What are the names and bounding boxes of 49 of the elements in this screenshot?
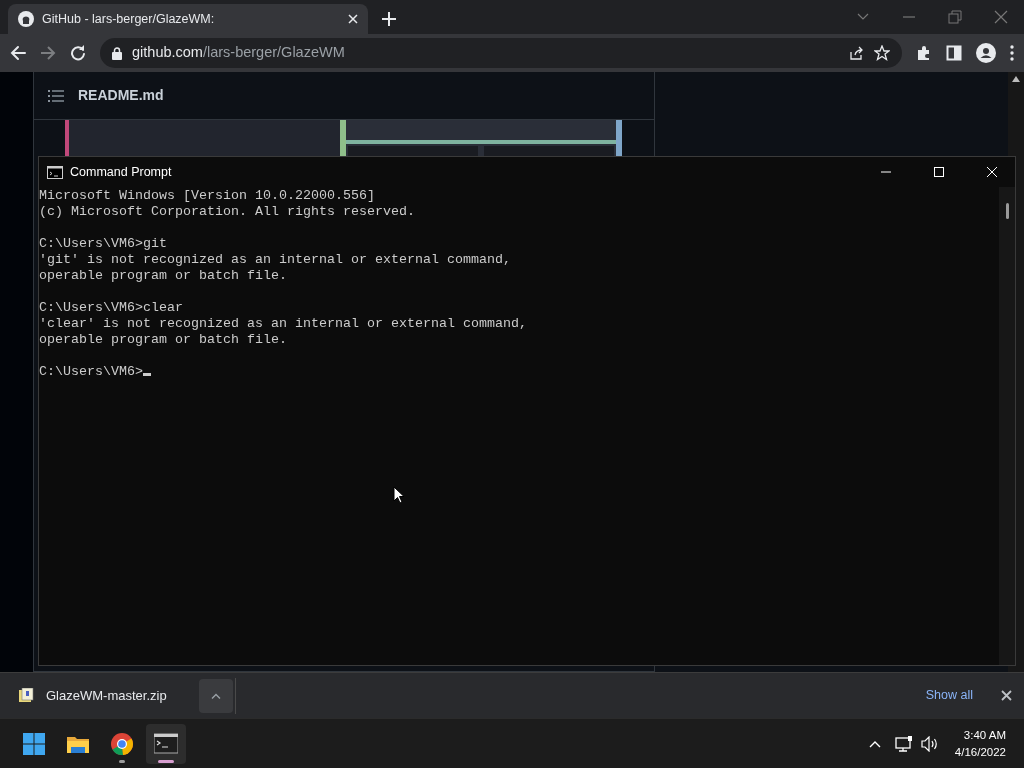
pointer-icon [393,486,405,504]
github-icon [18,11,34,27]
readme-title: README.md [78,86,164,105]
show-all-button[interactable]: Show all [919,685,979,706]
back-icon[interactable] [10,45,26,61]
plus-icon[interactable] [382,12,396,26]
profile-icon[interactable] [976,43,996,63]
console-line: operable program or batch file. [39,268,288,284]
download-filename[interactable]: GlazeWM-master.zip [46,685,167,706]
console-line: operable program or batch file. [39,332,288,348]
console-line: 'clear' is not recognized as an internal or external command, [39,316,528,332]
url-text: github.com/lars-berger/GlazeWM [132,43,346,63]
browser-tab[interactable]: GitHub - lars-berger/GlazeWM: [8,4,368,34]
running-indicator [119,759,125,763]
chevron-up-icon [211,692,221,699]
star-icon[interactable] [874,45,890,61]
zip-file-icon [18,687,34,704]
taskbar-app-button[interactable] [146,723,186,764]
network-icon[interactable] [894,735,913,752]
scroll-up-icon[interactable] [1012,76,1020,82]
close-icon[interactable] [1001,690,1012,701]
lock-icon [112,46,122,60]
share-icon[interactable] [848,45,864,61]
reload-icon[interactable] [70,45,86,61]
chevron-up-icon[interactable] [868,739,881,748]
address-bar[interactable]: github.com/lars-berger/GlazeWM [100,38,902,68]
windows-logo-icon [22,731,46,756]
window-title: Command Prompt [70,163,173,181]
menu-icon[interactable] [1010,45,1014,61]
forward-icon[interactable] [40,45,56,61]
side-panel-icon[interactable] [946,45,962,61]
volume-icon[interactable] [920,735,939,752]
console-line: Microsoft Windows [Version 10.0.22000.556] [39,188,376,204]
console-line: C:\Users\VM6> [39,364,999,380]
console-icon [47,165,63,179]
list-icon[interactable] [48,89,64,102]
terminal-icon [154,731,178,756]
console-line: 'git' is not recognized as an internal or external command, [39,252,512,268]
console-line: (c) Microsoft Corporation. All rights reserved. [39,204,416,220]
clock-time[interactable]: 3:40 AM [954,726,1006,744]
running-indicator [158,759,174,763]
restore-icon[interactable] [948,10,962,24]
scrollbar-thumb[interactable] [1005,203,1009,219]
chrome-icon [110,731,134,756]
puzzle-icon[interactable] [916,45,932,61]
maximize-icon[interactable] [934,167,944,177]
console-line: C:\Users\VM6>clear [39,300,184,316]
clock-date[interactable]: 4/16/2022 [954,743,1006,761]
console-line: C:\Users\VM6>git [39,236,168,252]
